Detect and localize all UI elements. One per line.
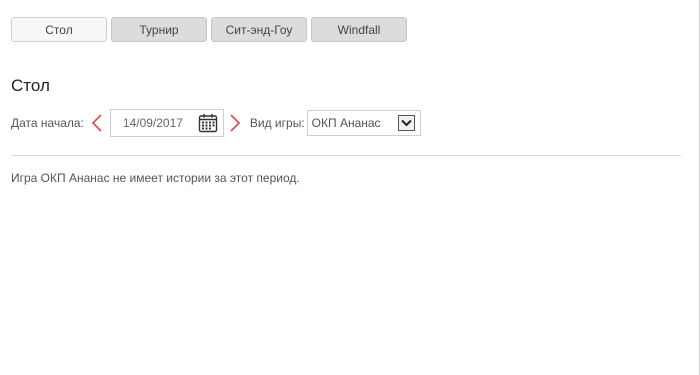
start-date-value: 14/09/2017 [122, 116, 183, 130]
history-tabs: Стол Турнир Сит-энд-Гоу Windfall [11, 17, 407, 42]
game-type-label: Вид игры: [249, 116, 305, 130]
tab-table[interactable]: Стол [11, 17, 107, 42]
divider [11, 155, 681, 156]
chevron-down-icon[interactable] [397, 115, 415, 131]
chevron-right-icon [230, 114, 240, 132]
start-date-field[interactable]: 14/09/2017 [109, 109, 224, 137]
page-title: Стол [11, 76, 50, 95]
game-type-value: ОКП Ананас [311, 116, 381, 130]
next-date-button[interactable] [226, 109, 244, 137]
tab-windfall[interactable]: Windfall [311, 17, 407, 42]
filter-bar: Дата начала: 14/09/2017 Вид игры: ОКП Ан… [11, 108, 421, 138]
tab-tournament[interactable]: Турнир [111, 17, 207, 42]
tab-sit-and-go[interactable]: Сит-энд-Гоу [211, 17, 307, 42]
empty-history-message: Игра ОКП Ананас не имеет истории за этот… [11, 171, 300, 185]
chevron-left-icon [91, 114, 102, 132]
game-history-page: Стол Турнир Сит-энд-Гоу Windfall Стол Да… [0, 0, 700, 375]
calendar-icon[interactable] [198, 113, 218, 133]
game-type-select[interactable]: ОКП Ананас [306, 110, 421, 136]
start-date-label: Дата начала: [11, 116, 84, 130]
previous-date-button[interactable] [88, 109, 106, 137]
